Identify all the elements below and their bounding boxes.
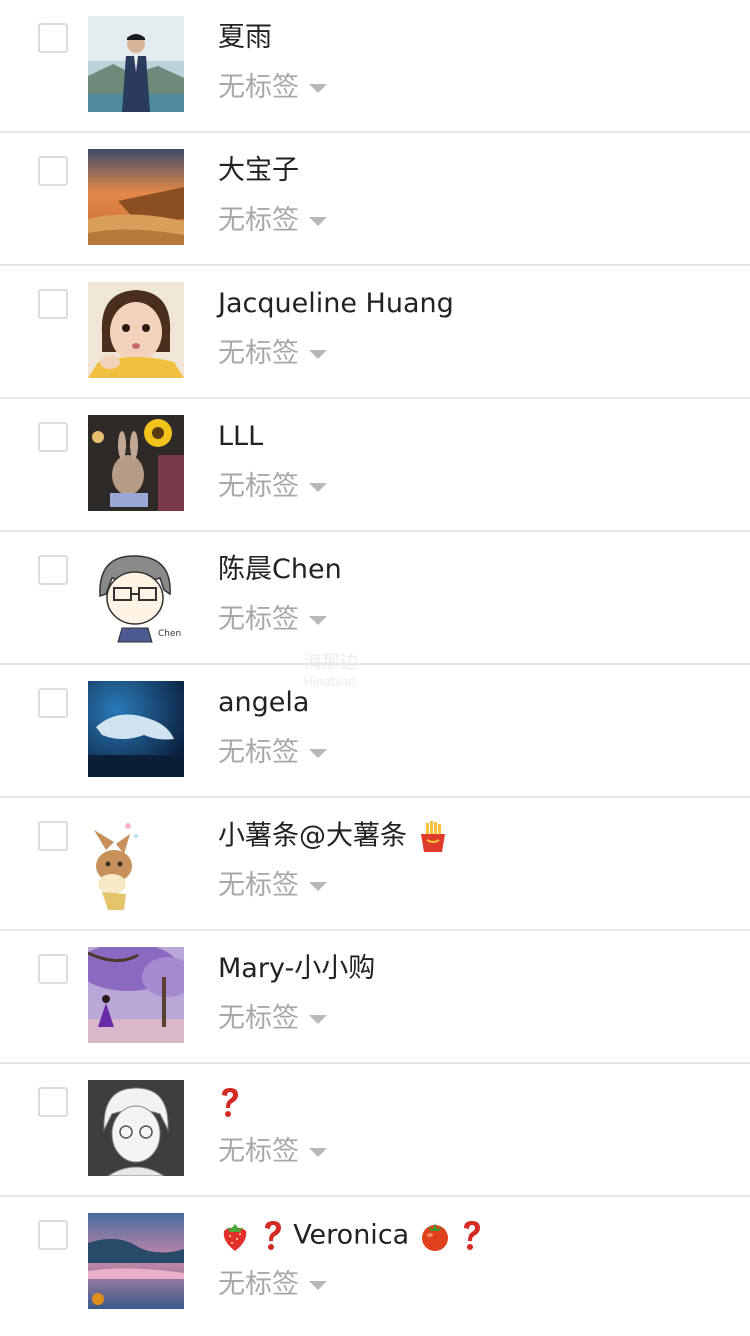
select-checkbox[interactable] [38, 555, 68, 585]
contact-row[interactable]: LLL 无标签 [0, 399, 750, 532]
avatar-girl-selfie-image [88, 282, 184, 378]
tag-selector[interactable]: 无标签 [218, 1136, 327, 1168]
avatar [88, 282, 184, 378]
contact-name [218, 1086, 242, 1120]
avatar [88, 681, 184, 777]
avatar-eevee-cartoon-image [88, 814, 184, 910]
caret-down-icon [309, 748, 327, 758]
tag-selector[interactable]: 无标签 [218, 338, 327, 370]
avatar-sketch-boy-image [88, 1080, 184, 1176]
tag-label: 无标签 [218, 471, 299, 502]
tag-label: 无标签 [218, 72, 299, 103]
tag-label: 无标签 [218, 737, 299, 768]
contact-row[interactable]: 小薯条@大薯条 无标签 [0, 798, 750, 931]
fries-emoji [420, 821, 445, 852]
tag-selector[interactable]: 无标签 [218, 870, 327, 902]
tag-label: 无标签 [218, 205, 299, 236]
tag-selector[interactable]: 无标签 [218, 1003, 327, 1035]
svg-text:Chen: Chen [158, 629, 181, 639]
avatar-purple-tree-girl-image [88, 947, 184, 1043]
caret-down-icon [309, 216, 327, 226]
select-checkbox[interactable] [38, 289, 68, 319]
contact-name: angela [218, 687, 310, 718]
tag-label: 无标签 [218, 338, 299, 369]
caret-down-icon [309, 482, 327, 492]
tag-selector[interactable]: 无标签 [218, 1269, 327, 1301]
avatar [88, 1080, 184, 1176]
tag-selector[interactable]: 无标签 [218, 205, 327, 237]
caret-down-icon [309, 349, 327, 359]
select-checkbox[interactable] [38, 422, 68, 452]
caret-down-icon [309, 615, 327, 625]
question-mark-emoji [222, 1088, 238, 1117]
select-checkbox[interactable] [38, 156, 68, 186]
question-mark-emoji [464, 1221, 481, 1250]
caret-down-icon [309, 1280, 327, 1290]
tag-selector[interactable]: 无标签 [218, 604, 327, 636]
avatar [88, 16, 184, 112]
contact-list: 夏雨 无标签 大宝子 无标签 Jacqueline Huang 无标签 LLL … [0, 0, 750, 1331]
tag-label: 无标签 [218, 1136, 299, 1167]
avatar-cartoon-boy-glasses-image: Chen [88, 548, 184, 644]
contact-name: 陈晨Chen [218, 554, 342, 585]
avatar [88, 814, 184, 910]
strawberry-emoji [223, 1224, 247, 1251]
caret-down-icon [309, 881, 327, 891]
avatar-sunset-cliffs-image [88, 149, 184, 245]
select-checkbox[interactable] [38, 821, 68, 851]
tag-label: 无标签 [218, 870, 299, 901]
select-checkbox[interactable] [38, 23, 68, 53]
caret-down-icon [309, 83, 327, 93]
contact-row[interactable]: angela 无标签 [0, 665, 750, 798]
contact-row[interactable]: 无标签 [0, 1064, 750, 1197]
select-checkbox[interactable] [38, 1220, 68, 1250]
contact-name: 大宝子 [218, 155, 299, 186]
contact-name: 小薯条@大薯条 [218, 820, 450, 854]
contact-name: 夏雨 [218, 22, 272, 53]
contact-name-text: Veronica [293, 1219, 410, 1251]
contact-row[interactable]: Chen 陈晨Chen 无标签 [0, 532, 750, 665]
tag-label: 无标签 [218, 1269, 299, 1300]
contact-row[interactable]: Veronica 无标签 [0, 1197, 750, 1331]
select-checkbox[interactable] [38, 1087, 68, 1117]
avatar: Chen [88, 548, 184, 644]
tag-selector[interactable]: 无标签 [218, 471, 327, 503]
select-checkbox[interactable] [38, 954, 68, 984]
avatar [88, 415, 184, 511]
question-mark-emoji [264, 1221, 281, 1250]
avatar-pink-lake-image [88, 1213, 184, 1309]
tomato-emoji [421, 1223, 448, 1251]
caret-down-icon [309, 1014, 327, 1024]
contact-name-text: 小薯条@大薯条 [218, 820, 407, 852]
tag-label: 无标签 [218, 1003, 299, 1034]
contact-name: Veronica [218, 1219, 484, 1253]
contact-name: Jacqueline Huang [218, 288, 454, 319]
contact-row[interactable]: Mary-小小购 无标签 [0, 931, 750, 1064]
avatar [88, 149, 184, 245]
avatar-businessman-coast-image [88, 16, 184, 112]
avatar [88, 947, 184, 1043]
avatar-sunflower-rabbit-image [88, 415, 184, 511]
contact-row[interactable]: 夏雨 无标签 [0, 0, 750, 133]
avatar [88, 1213, 184, 1309]
contact-row[interactable]: Jacqueline Huang 无标签 [0, 266, 750, 399]
tag-selector[interactable]: 无标签 [218, 72, 327, 104]
avatar-beluga-whale-image [88, 681, 184, 777]
contact-name: LLL [218, 421, 264, 452]
caret-down-icon [309, 1147, 327, 1157]
select-checkbox[interactable] [38, 688, 68, 718]
tag-selector[interactable]: 无标签 [218, 737, 327, 769]
contact-row[interactable]: 大宝子 无标签 [0, 133, 750, 266]
contact-name: Mary-小小购 [218, 953, 376, 984]
tag-label: 无标签 [218, 604, 299, 635]
